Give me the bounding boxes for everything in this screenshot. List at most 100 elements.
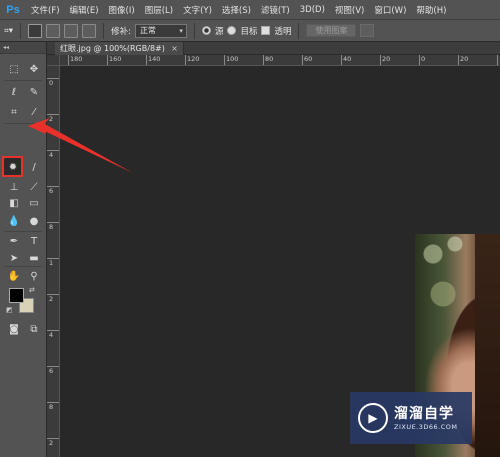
ruler-label: 8 (49, 403, 54, 411)
vertical-ruler[interactable]: 0 2 4 6 8 1 2 4 6 8 2 (47, 66, 60, 457)
ruler-tick (380, 55, 381, 65)
menu-3d[interactable]: 3D(D) (295, 5, 330, 15)
menu-filter[interactable]: 滤镜(T) (256, 4, 295, 16)
menu-image[interactable]: 图像(I) (104, 4, 140, 16)
pen-tool-icon[interactable]: ✒ (5, 232, 23, 250)
menu-file[interactable]: 文件(F) (26, 4, 65, 16)
watermark-logo-icon: ▶ (358, 403, 388, 433)
lasso-tool-icon[interactable]: ℓ (5, 83, 23, 101)
transparent-checkbox[interactable] (261, 26, 271, 35)
path-selection-tool-icon[interactable]: ➤ (5, 249, 23, 267)
patch-mode-label: 修补: (111, 26, 131, 37)
ruler-tick (185, 55, 186, 65)
target-radio[interactable] (227, 26, 237, 35)
screen-mode-icon[interactable]: ⧉ (25, 320, 43, 338)
ruler-label: 2 (49, 295, 54, 303)
patch-mode-select[interactable]: 正常 (134, 23, 187, 38)
ruler-label: 8 (49, 223, 54, 231)
divider (193, 22, 195, 39)
menu-type[interactable]: 文字(Y) (178, 4, 217, 16)
menu-select[interactable]: 选择(S) (217, 4, 256, 16)
new-selection-icon[interactable] (28, 23, 43, 38)
collapse-toolbar-button[interactable]: ◂◂ (0, 42, 46, 54)
ruler-label: 2 (49, 115, 54, 123)
divider (103, 22, 105, 39)
ruler-label: 6 (49, 367, 54, 375)
ruler-tick (68, 55, 69, 65)
menu-help[interactable]: 帮助(H) (411, 4, 451, 16)
hand-tool-icon[interactable]: ✋ (5, 267, 23, 285)
divider (298, 22, 300, 39)
photo-subject-hair (475, 234, 500, 457)
ruler-label: 140 (148, 55, 161, 63)
blur-tool-icon[interactable]: 💧 (5, 212, 23, 230)
ruler-tick (458, 55, 459, 65)
quick-selection-tool-icon[interactable]: ✎ (25, 83, 43, 101)
ruler-label: 20 (460, 55, 469, 63)
brush-tool-icon[interactable]: / (25, 158, 43, 176)
ruler-label: 100 (226, 55, 239, 63)
intersect-selection-icon[interactable] (82, 23, 97, 38)
ruler-tick (47, 258, 59, 259)
tools-panel: ◂◂ ⬚ ✥ ℓ ✎ ⌗ ⁄ ✹ / ⊥ ⟋ ◧ ▭ 💧 ● ✒ T ➤ ▬ ✋… (0, 42, 47, 457)
subtract-selection-icon[interactable] (64, 23, 79, 38)
add-to-selection-icon[interactable] (46, 23, 61, 38)
close-icon[interactable]: × (171, 42, 178, 55)
dodge-tool-icon[interactable]: ● (25, 212, 43, 230)
ruler-tick (47, 366, 59, 367)
ruler-tick (47, 186, 59, 187)
ruler-tick (47, 402, 59, 403)
divider (4, 80, 42, 81)
watermark-title: 溜溜自学 (394, 406, 454, 422)
crop-tool-icon[interactable]: ⌗ (5, 103, 23, 121)
transparent-label: 透明 (274, 26, 292, 37)
type-tool-icon[interactable]: T (25, 232, 43, 250)
document-tab[interactable]: 红眼.jpg @ 100%(RGB/8#) × (55, 42, 184, 55)
ruler-tick (47, 222, 59, 223)
menu-view[interactable]: 视图(V) (330, 4, 369, 16)
pattern-picker[interactable] (360, 24, 375, 37)
use-pattern-button[interactable]: 使用图案 (306, 24, 357, 37)
marquee-tool-icon[interactable]: ⬚ (5, 60, 23, 78)
source-radio[interactable] (201, 26, 211, 35)
ruler-label: 4 (49, 331, 54, 339)
ruler-label: 80 (265, 55, 274, 63)
ruler-label: 120 (187, 55, 200, 63)
menu-edit[interactable]: 编辑(E) (65, 4, 104, 16)
ruler-tick (224, 55, 225, 65)
document-tab-title: 红眼.jpg @ 100%(RGB/8#) (60, 44, 165, 53)
quick-mask-icon[interactable]: ◙ (5, 320, 23, 338)
zoom-tool-icon[interactable]: ⚲ (25, 267, 43, 285)
move-tool-icon[interactable]: ✥ (25, 60, 43, 78)
ruler-label: 20 (382, 55, 391, 63)
ruler-tick (419, 55, 420, 65)
ruler-origin[interactable] (47, 55, 60, 66)
menu-bar: Ps 文件(F) 编辑(E) 图像(I) 图层(L) 文字(Y) 选择(S) 滤… (0, 0, 500, 19)
ruler-tick (47, 78, 59, 79)
ruler-label: 2 (49, 439, 54, 447)
gradient-tool-icon[interactable]: ▭ (25, 194, 43, 212)
ruler-label: 60 (304, 55, 313, 63)
default-colors-icon[interactable]: ◩ (6, 306, 13, 314)
ruler-label: 0 (421, 55, 426, 63)
ruler-tick (47, 114, 59, 115)
tool-preset-picker-icon[interactable]: ⌗▾ (4, 26, 13, 36)
eraser-tool-icon[interactable]: ◧ (5, 194, 23, 212)
menu-window[interactable]: 窗口(W) (369, 4, 411, 16)
eyedropper-tool-icon[interactable]: ⁄ (25, 103, 43, 121)
ruler-tick (146, 55, 147, 65)
ruler-tick (263, 55, 264, 65)
ruler-tick (47, 330, 59, 331)
options-bar: ⌗▾ 修补: 正常 源 目标 透明 使用图案 (0, 19, 500, 42)
divider (20, 22, 22, 39)
watermark: ▶ 溜溜自学 ZIXUE.3D66.COM (350, 392, 472, 444)
rectangle-tool-icon[interactable]: ▬ (25, 249, 43, 267)
swap-colors-icon[interactable]: ⇄ (29, 286, 35, 294)
horizontal-ruler[interactable]: 180 160 140 120 100 80 60 40 20 0 20 (60, 55, 500, 66)
menu-layer[interactable]: 图层(L) (140, 4, 178, 16)
source-label: 源 (214, 26, 224, 37)
ruler-label: 6 (49, 187, 54, 195)
ruler-tick (302, 55, 303, 65)
foreground-color-swatch[interactable] (9, 288, 24, 303)
ruler-label: 40 (343, 55, 352, 63)
